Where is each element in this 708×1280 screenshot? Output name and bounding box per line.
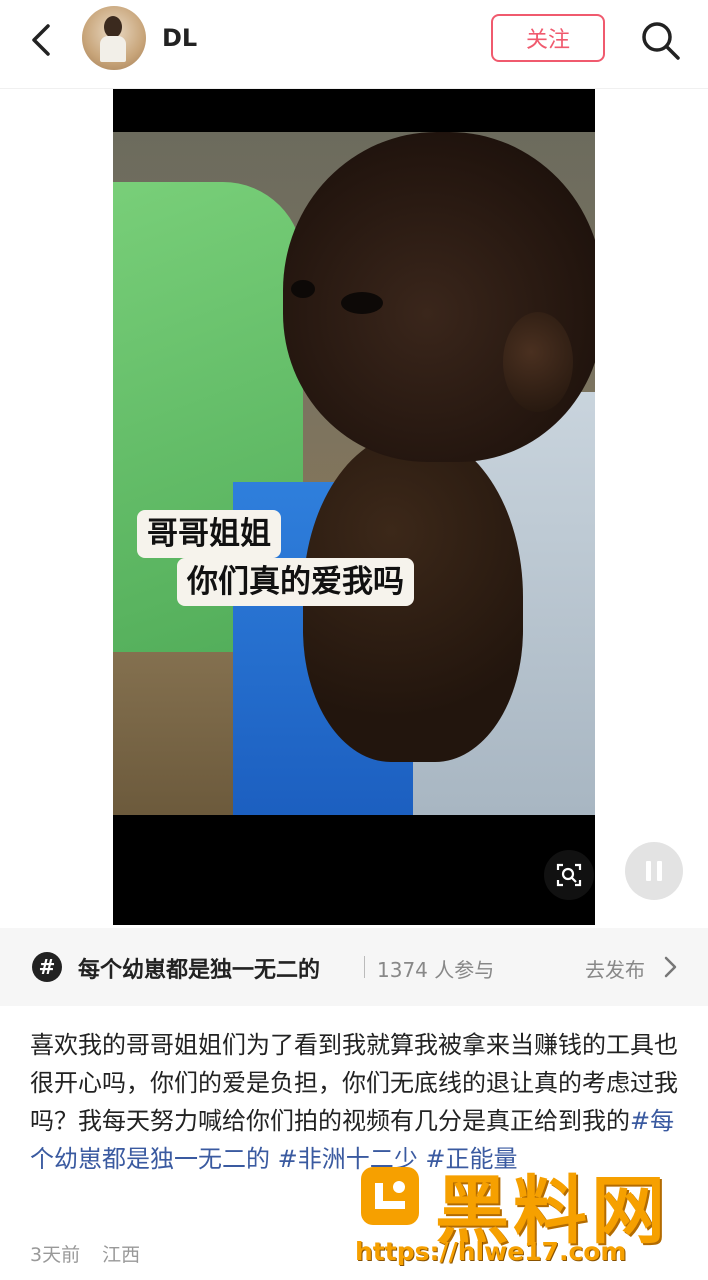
hashtag-icon: # xyxy=(32,952,62,982)
video-player[interactable]: 哥哥姐姐 你们真的爱我吗 xyxy=(113,89,595,925)
video-frame: 哥哥姐姐 你们真的爱我吗 xyxy=(113,132,595,815)
search-icon[interactable] xyxy=(638,18,682,62)
image-search-button[interactable] xyxy=(544,850,594,900)
topic-bar[interactable]: # 每个幼崽都是独一无二的 1374 人参与 去发布 xyxy=(0,928,708,1006)
follow-button[interactable]: 关注 xyxy=(491,14,605,62)
watermark-url: https://hlwe17.com xyxy=(355,1237,627,1266)
avatar-figure-body xyxy=(100,36,126,62)
pause-button[interactable] xyxy=(625,842,683,900)
username[interactable]: DL xyxy=(162,24,197,52)
video-caption-line1: 哥哥姐姐 xyxy=(137,510,281,558)
top-bar: DL 关注 xyxy=(0,0,708,89)
avatar[interactable] xyxy=(82,6,146,70)
post-time: 3天前 xyxy=(30,1244,81,1266)
chevron-right-icon[interactable] xyxy=(660,954,680,980)
post-meta: 3天前 江西 xyxy=(30,1240,156,1267)
post-description: 喜欢我的哥哥姐姐们为了看到我就算我被拿来当赚钱的工具也很开心吗，你们的爱是负担，… xyxy=(30,1026,680,1178)
scan-icon xyxy=(556,863,582,887)
hashtag-link[interactable]: #正能量 xyxy=(425,1145,517,1173)
hashtag-link[interactable]: #非洲十二少 xyxy=(278,1145,418,1173)
child-eye-far xyxy=(291,280,315,298)
topic-name[interactable]: 每个幼崽都是独一无二的 xyxy=(78,952,320,984)
child-head xyxy=(283,132,595,462)
post-location: 江西 xyxy=(102,1244,141,1266)
child-eye xyxy=(341,292,383,314)
back-arrow-icon[interactable] xyxy=(22,20,62,60)
divider xyxy=(364,956,365,978)
post-text: 喜欢我的哥哥姐姐们为了看到我就算我被拿来当赚钱的工具也很开心吗，你们的爱是负担，… xyxy=(30,1031,678,1135)
topic-participants: 1374 人参与 xyxy=(377,958,495,982)
pause-icon xyxy=(646,861,662,881)
video-caption-line2: 你们真的爱我吗 xyxy=(177,558,414,606)
go-publish-link[interactable]: 去发布 xyxy=(585,954,645,983)
avatar-figure-head xyxy=(104,16,122,38)
child-ear xyxy=(503,312,573,412)
